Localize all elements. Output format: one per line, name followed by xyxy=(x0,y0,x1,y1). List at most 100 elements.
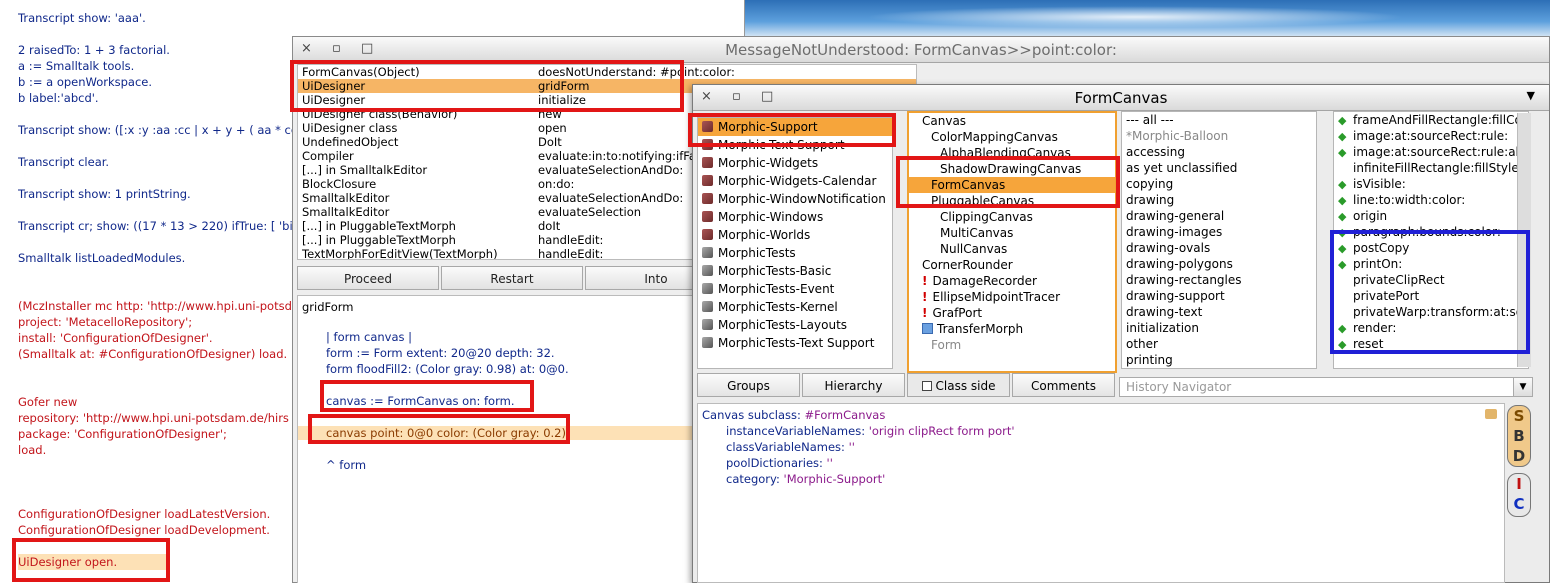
protocol-item[interactable]: other xyxy=(1122,336,1316,352)
class-item[interactable]: AlphaBlendingCanvas xyxy=(909,145,1115,161)
method-item[interactable]: privateWarp:transform:at:sourc xyxy=(1334,304,1528,320)
protocol-item[interactable]: drawing-general xyxy=(1122,208,1316,224)
method-item[interactable]: ◆ image:at:sourceRect:rule:alpha xyxy=(1334,144,1528,160)
protocol-item[interactable]: drawing-images xyxy=(1122,224,1316,240)
protocol-item[interactable]: initialization xyxy=(1122,320,1316,336)
protocol-item[interactable]: printing xyxy=(1122,352,1316,368)
package-item[interactable]: Morphic-Widgets-Calendar xyxy=(698,172,892,190)
frame-receiver: FormCanvas(Object) xyxy=(302,65,420,79)
class-item[interactable]: Form xyxy=(909,337,1115,353)
history-navigator-field[interactable]: History Navigator xyxy=(1119,377,1531,397)
code-line-temps: | form canvas | xyxy=(326,330,413,344)
class-side-checkbox[interactable] xyxy=(921,381,932,391)
method-item[interactable]: privateClipRect xyxy=(1334,272,1528,288)
protocol-item[interactable]: as yet unclassified xyxy=(1122,160,1316,176)
class-item[interactable]: Canvas xyxy=(909,113,1115,129)
package-item[interactable]: MorphicTests-Basic xyxy=(698,262,892,280)
class-item[interactable]: PluggableCanvas xyxy=(909,193,1115,209)
package-item[interactable]: Morphic-Text Support xyxy=(698,136,892,154)
protocol-list[interactable]: --- all --- *Morphic-Balloon accessing as y… xyxy=(1121,111,1317,369)
class-item[interactable]: MultiCanvas xyxy=(909,225,1115,241)
package-item[interactable]: MorphicTests-Layouts xyxy=(698,316,892,334)
class-item[interactable]: ! DamageRecorder xyxy=(909,273,1115,289)
protocol-item[interactable]: copying xyxy=(1122,176,1316,192)
method-item[interactable]: ◆ isVisible: xyxy=(1334,176,1528,192)
frame-receiver: BlockClosure xyxy=(302,177,377,191)
method-item[interactable]: ◆ frameAndFillRectangle:fillColor xyxy=(1334,112,1528,128)
package-item[interactable]: MorphicTests-Kernel xyxy=(698,298,892,316)
c-button[interactable]: C xyxy=(1508,494,1530,514)
class-item[interactable]: FormCanvas xyxy=(909,177,1115,193)
protocol-item[interactable]: drawing-ovals xyxy=(1122,240,1316,256)
d-button[interactable]: D xyxy=(1508,446,1530,466)
b-button[interactable]: B xyxy=(1508,426,1530,446)
class-item[interactable]: ! GrafPort xyxy=(909,305,1115,321)
method-item[interactable]: ◆ origin xyxy=(1334,208,1528,224)
package-item[interactable]: Morphic-WindowNotification xyxy=(698,190,892,208)
protocol-item[interactable]: --- all --- xyxy=(1122,112,1316,128)
frame-selector: doesNotUnderstand: #point:color: xyxy=(538,65,735,79)
sbd-toggle[interactable]: S B D xyxy=(1507,405,1531,467)
method-item[interactable]: infiniteFillRectangle:fillStyle: xyxy=(1334,160,1528,176)
package-icon xyxy=(702,229,713,240)
def-pools-label: poolDictionaries: xyxy=(726,456,827,470)
protocol-item[interactable]: drawing-rectangles xyxy=(1122,272,1316,288)
frame-receiver: UndefinedObject xyxy=(302,135,399,149)
ic-toggle[interactable]: I C xyxy=(1507,473,1531,517)
package-item[interactable]: MorphicTests-Text Support xyxy=(698,334,892,352)
class-definition-pane[interactable]: Canvas subclass: #FormCanvas instanceVar… xyxy=(697,403,1505,583)
package-item[interactable]: Morphic-Worlds xyxy=(698,226,892,244)
proceed-button[interactable]: Proceed xyxy=(297,266,439,290)
method-item[interactable]: ◆ image:at:sourceRect:rule: xyxy=(1334,128,1528,144)
class-item[interactable]: ! EllipseMidpointTracer xyxy=(909,289,1115,305)
method-item[interactable]: ◆ reset xyxy=(1334,336,1528,352)
class-item[interactable]: ClippingCanvas xyxy=(909,209,1115,225)
method-item[interactable]: ◆ line:to:width:color: xyxy=(1334,192,1528,208)
class-item[interactable]: ShadowDrawingCanvas xyxy=(909,161,1115,177)
s-button[interactable]: S xyxy=(1508,406,1530,426)
protocol-item[interactable]: drawing-text xyxy=(1122,304,1316,320)
class-item[interactable]: CornerRounder xyxy=(909,257,1115,273)
package-item[interactable]: Morphic-Widgets xyxy=(698,154,892,172)
protocol-item[interactable]: drawing xyxy=(1122,192,1316,208)
hierarchy-button[interactable]: Hierarchy xyxy=(802,373,905,397)
package-label: Morphic-Windows xyxy=(718,210,824,224)
class-side-toggle[interactable]: Class side xyxy=(907,373,1010,397)
comments-button[interactable]: Comments xyxy=(1012,373,1115,397)
class-item[interactable]: ColorMappingCanvas xyxy=(909,129,1115,145)
debugger-titlebar[interactable]: × ▫ □ MessageNotUnderstood: FormCanvas>>… xyxy=(293,37,1549,63)
groups-button[interactable]: Groups xyxy=(697,373,800,397)
protocol-item[interactable]: *Morphic-Balloon xyxy=(1122,128,1316,144)
package-item[interactable]: Morphic-Support xyxy=(698,118,892,136)
def-category: 'Morphic-Support' xyxy=(783,472,886,486)
method-item[interactable]: ◆ paragraph:bounds:color: xyxy=(1334,224,1528,240)
class-list[interactable]: Canvas ColorMappingCanvas AlphaBlendingCan… xyxy=(907,111,1117,373)
method-item[interactable]: privatePort xyxy=(1334,288,1528,304)
method-label: isVisible: xyxy=(1353,177,1406,191)
restart-button[interactable]: Restart xyxy=(441,266,583,290)
package-list[interactable]: Morphic-Support Morphic-Text Support Morph… xyxy=(697,117,893,369)
class-browser-window[interactable]: × ▫ □ FormCanvas ▼ Morphic-Support Morphi… xyxy=(692,84,1550,583)
window-menu-icon[interactable]: ▼ xyxy=(1527,89,1535,102)
i-button[interactable]: I xyxy=(1508,474,1530,494)
package-item[interactable]: MorphicTests xyxy=(698,244,892,262)
override-icon: ◆ xyxy=(1338,322,1347,335)
class-item[interactable]: TransferMorph xyxy=(909,321,1115,337)
code-pane[interactable]: gridForm | form canvas | form := Form ex… xyxy=(297,295,697,583)
frame-selector: DoIt xyxy=(538,135,562,149)
protocol-item[interactable]: accessing xyxy=(1122,144,1316,160)
method-list[interactable]: ◆ frameAndFillRectangle:fillColor ◆ image:a… xyxy=(1333,111,1529,369)
protocol-item[interactable]: drawing-polygons xyxy=(1122,256,1316,272)
method-item[interactable]: ◆ postCopy xyxy=(1334,240,1528,256)
frame-selector: evaluate:in:to:notifying:ifFai xyxy=(538,149,700,163)
method-item[interactable]: ◆ printOn: xyxy=(1334,256,1528,272)
method-item[interactable]: ◆ render: xyxy=(1334,320,1528,336)
package-item[interactable]: Morphic-Windows xyxy=(698,208,892,226)
method-scrollbar[interactable] xyxy=(1517,113,1531,367)
browser-titlebar[interactable]: × ▫ □ FormCanvas ▼ xyxy=(693,85,1549,111)
protocol-item[interactable]: drawing-support xyxy=(1122,288,1316,304)
package-item[interactable]: MorphicTests-Event xyxy=(698,280,892,298)
stack-frame[interactable]: FormCanvas(Object) doesNotUnderstand: #po… xyxy=(298,65,916,79)
history-dropdown-icon[interactable]: ▼ xyxy=(1513,377,1533,397)
class-item[interactable]: NullCanvas xyxy=(909,241,1115,257)
